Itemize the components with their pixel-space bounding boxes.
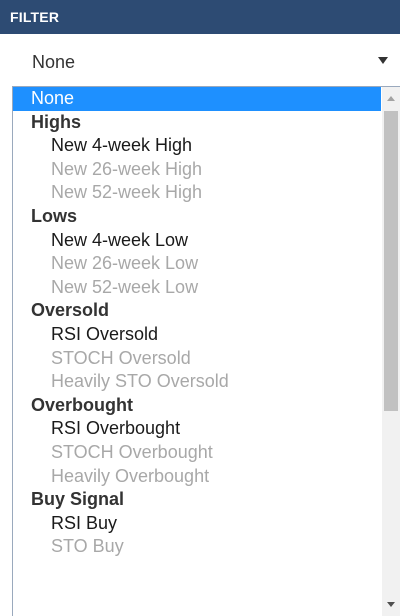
option-item[interactable]: New 4-week High — [13, 134, 381, 158]
option-selected[interactable]: None — [13, 87, 381, 111]
option-group-label: Buy Signal — [31, 489, 125, 510]
option-list: None Highs New 4-week High New 26-week H… — [13, 87, 381, 559]
filter-header-title: FILTER — [10, 9, 60, 25]
filter-select-value: None — [32, 52, 76, 72]
option-disabled: STOCH Overbought — [51, 441, 213, 462]
option-disabled: STOCH Oversold — [51, 347, 191, 368]
option-group-label: Oversold — [31, 300, 110, 321]
filter-header: FILTER — [0, 0, 400, 34]
option-item[interactable]: RSI Oversold — [13, 323, 381, 347]
dropdown-scrollbar[interactable] — [382, 87, 400, 616]
option-item[interactable]: RSI Overbought — [13, 417, 381, 441]
option-item[interactable]: RSI Buy — [13, 512, 381, 536]
option-group-label: Overbought — [31, 394, 133, 415]
option-disabled: New 52-week High — [51, 182, 203, 203]
option-disabled: New 52-week Low — [51, 276, 199, 297]
scrollbar-thumb[interactable] — [384, 111, 398, 411]
option-disabled: Heavily Overbought — [51, 465, 210, 486]
option-group-label: Lows — [31, 205, 78, 226]
caret-down-icon — [378, 57, 388, 64]
option-item[interactable]: New 4-week Low — [13, 229, 381, 253]
option-disabled: New 26-week High — [51, 158, 203, 179]
option-group-label: Highs — [31, 111, 82, 132]
scroll-up-arrow-icon[interactable] — [387, 96, 395, 101]
filter-dropdown-list[interactable]: None Highs New 4-week High New 26-week H… — [12, 86, 400, 616]
option-disabled: Heavily STO Oversold — [51, 371, 229, 392]
filter-select[interactable]: None — [12, 44, 400, 80]
scroll-down-arrow-icon[interactable] — [387, 602, 395, 607]
option-disabled: STO Buy — [51, 536, 124, 557]
option-disabled: New 26-week Low — [51, 253, 199, 274]
